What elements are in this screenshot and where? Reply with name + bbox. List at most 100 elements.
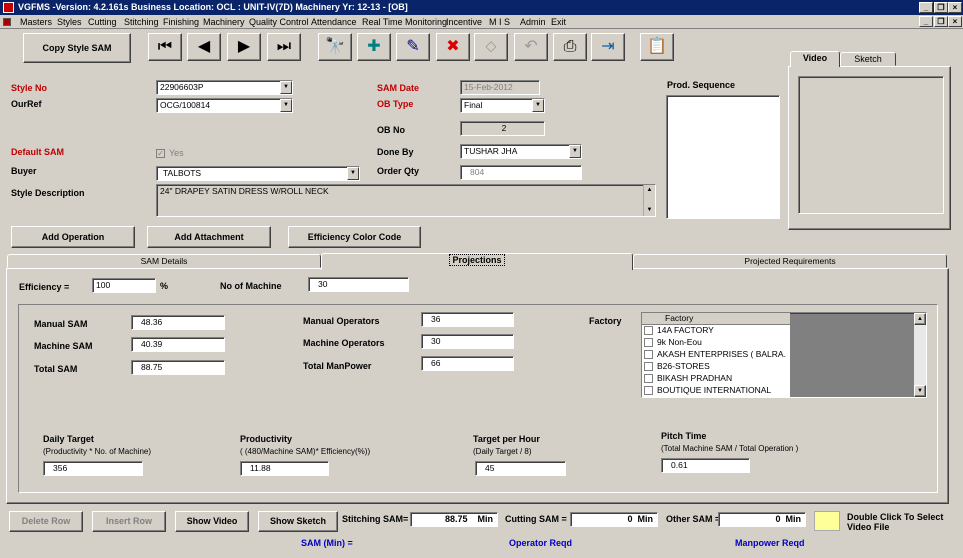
stitching-sam-field[interactable]: 88.75 Min xyxy=(410,512,498,527)
menu-finishing[interactable]: Finishing xyxy=(163,16,199,28)
next-record-icon[interactable]: ▶ xyxy=(227,33,261,61)
factory-label: Factory xyxy=(589,316,622,326)
edit-icon[interactable]: ✎ xyxy=(396,33,430,61)
efficiency-color-code-button[interactable]: Efficiency Color Code xyxy=(288,226,421,248)
close-icon[interactable]: × xyxy=(948,2,962,13)
efficiency-field[interactable]: 100 xyxy=(92,278,156,293)
daily-target-field[interactable]: 356 xyxy=(43,461,143,476)
show-sketch-button[interactable]: Show Sketch xyxy=(258,511,338,532)
restore-icon[interactable]: ❐ xyxy=(934,2,948,13)
cutting-sam-field[interactable]: 0 Min xyxy=(570,512,658,527)
tab-projected-requirements[interactable]: Projected Requirements xyxy=(633,254,947,268)
checkbox-icon[interactable] xyxy=(644,338,653,348)
checkbox-icon[interactable] xyxy=(644,326,653,336)
add-operation-button[interactable]: Add Operation xyxy=(11,226,135,248)
print-icon[interactable]: ⎙ xyxy=(553,33,587,61)
ourref-combo[interactable]: OCG/100814 ▼ xyxy=(156,98,293,113)
default-sam-checkbox[interactable]: ✓ Yes xyxy=(156,148,184,159)
list-item[interactable]: B26-STORES xyxy=(642,361,790,373)
menu-styles[interactable]: Styles xyxy=(57,16,82,28)
total-sam-field[interactable]: 88.75 xyxy=(131,360,225,375)
delete-icon[interactable]: ✖ xyxy=(436,33,470,61)
style-no-label: Style No xyxy=(11,83,48,93)
mdi-close-icon[interactable]: × xyxy=(948,16,962,27)
tab-video[interactable]: Video xyxy=(790,51,840,67)
stitching-sam-value: 88.75 xyxy=(444,514,468,524)
tab-sam-details[interactable]: SAM Details xyxy=(7,254,321,268)
ob-type-combo[interactable]: Final ▼ xyxy=(460,98,545,113)
binoculars-icon[interactable]: 🔭 xyxy=(318,33,352,61)
mdi-restore-icon[interactable]: ❐ xyxy=(934,16,948,27)
first-record-icon[interactable]: ⏮ xyxy=(148,33,182,61)
menu-attendance[interactable]: Attendance xyxy=(311,16,357,28)
copy-style-sam-button[interactable]: Copy Style SAM xyxy=(23,33,131,63)
buyer-combo[interactable]: TALBOTS ▼ xyxy=(156,166,360,181)
delete-row-button[interactable]: Delete Row xyxy=(9,511,83,532)
video-file-swatch[interactable] xyxy=(814,511,840,531)
exit-icon[interactable]: ⇥ xyxy=(591,33,625,61)
menu-real-time-monitoring[interactable]: Real Time Monitoring xyxy=(362,16,447,28)
machine-operators-field[interactable]: 30 xyxy=(421,334,514,349)
style-description-label: Style Description xyxy=(11,188,85,198)
manual-operators-field[interactable]: 36 xyxy=(421,312,514,327)
productivity-field[interactable]: 11.88 xyxy=(240,461,329,476)
description-scrollbar[interactable]: ▲ ▼ xyxy=(643,185,655,216)
target-per-hour-field[interactable]: 45 xyxy=(475,461,566,476)
minimize-icon[interactable]: _ xyxy=(919,2,933,13)
no-of-machine-field[interactable]: 30 xyxy=(308,277,409,292)
tab-sketch[interactable]: Sketch xyxy=(840,52,896,66)
notepad-icon[interactable]: 📋 xyxy=(640,33,674,61)
list-item[interactable]: AKASH ENTERPRISES ( BALRA. xyxy=(642,349,790,361)
show-video-button[interactable]: Show Video xyxy=(175,511,249,532)
manual-sam-field[interactable]: 48.36 xyxy=(131,315,225,330)
chevron-down-icon[interactable]: ▼ xyxy=(532,99,544,112)
total-manpower-field[interactable]: 66 xyxy=(421,356,514,371)
menu-incentive[interactable]: Incentive xyxy=(446,16,482,28)
style-no-combo[interactable]: 22906603P ▼ xyxy=(156,80,293,95)
prev-record-icon[interactable]: ◀ xyxy=(187,33,221,61)
chevron-down-icon[interactable]: ▼ xyxy=(280,99,292,112)
pitch-time-field[interactable]: 0.61 xyxy=(661,458,750,473)
mdi-minimize-icon[interactable]: _ xyxy=(919,16,933,27)
factory-scrollbar[interactable]: ▲ ▼ xyxy=(914,313,926,397)
list-item[interactable]: 9k Non-Eou xyxy=(642,337,790,349)
done-by-combo[interactable]: TUSHAR JHA ▼ xyxy=(460,144,582,159)
menu-quality-control[interactable]: Quality Control xyxy=(249,16,309,28)
list-item[interactable]: BIKASH PRADHAN xyxy=(642,373,790,385)
prod-sequence-list[interactable] xyxy=(666,95,780,219)
chevron-down-icon[interactable]: ▼ xyxy=(280,81,292,94)
scroll-down-icon[interactable]: ▼ xyxy=(914,385,926,397)
insert-row-button[interactable]: Insert Row xyxy=(92,511,166,532)
checkbox-icon[interactable] xyxy=(644,362,653,372)
menu-admin[interactable]: Admin xyxy=(520,16,546,28)
menu-machinery[interactable]: Machinery xyxy=(203,16,245,28)
style-description-field[interactable]: 24" DRAPEY SATIN DRESS W/ROLL NECK ▲ ▼ xyxy=(156,184,656,217)
menu-cutting[interactable]: Cutting xyxy=(88,16,117,28)
order-qty-field[interactable]: 804 xyxy=(460,165,582,180)
checkbox-icon[interactable] xyxy=(644,350,653,360)
undo-icon[interactable]: ↶ xyxy=(514,33,548,61)
sam-date-field[interactable]: 15-Feb-2012 xyxy=(460,80,540,95)
list-item[interactable]: 14A FACTORY xyxy=(642,325,790,337)
add-attachment-button[interactable]: Add Attachment xyxy=(147,226,271,248)
checkbox-icon[interactable] xyxy=(644,374,653,384)
add-icon[interactable]: ✚ xyxy=(357,33,391,61)
menu-exit[interactable]: Exit xyxy=(551,16,566,28)
menu-masters[interactable]: Masters xyxy=(20,16,52,28)
chevron-down-icon[interactable]: ▼ xyxy=(347,167,359,180)
machine-sam-field[interactable]: 40.39 xyxy=(131,337,225,352)
video-frame[interactable] xyxy=(798,76,944,214)
checkbox-icon[interactable] xyxy=(644,386,653,396)
factory-list[interactable]: Factory 14A FACTORY 9k Non-Eou AKASH ENT… xyxy=(641,312,927,398)
menu-mis[interactable]: M I S xyxy=(489,16,510,28)
tab-projections[interactable]: Projections xyxy=(321,253,633,270)
min-unit: Min xyxy=(785,514,802,524)
list-item[interactable]: BOUTIQUE INTERNATIONAL xyxy=(642,385,790,397)
last-record-icon[interactable]: ⏭ xyxy=(267,33,301,61)
menu-stitching[interactable]: Stitching xyxy=(124,16,159,28)
scroll-up-icon[interactable]: ▲ xyxy=(914,313,926,325)
eraser-icon[interactable]: ⬦ xyxy=(474,33,508,61)
chevron-down-icon[interactable]: ▼ xyxy=(569,145,581,158)
ob-no-field[interactable]: 2 xyxy=(460,121,545,136)
other-sam-field[interactable]: 0 Min xyxy=(718,512,806,527)
